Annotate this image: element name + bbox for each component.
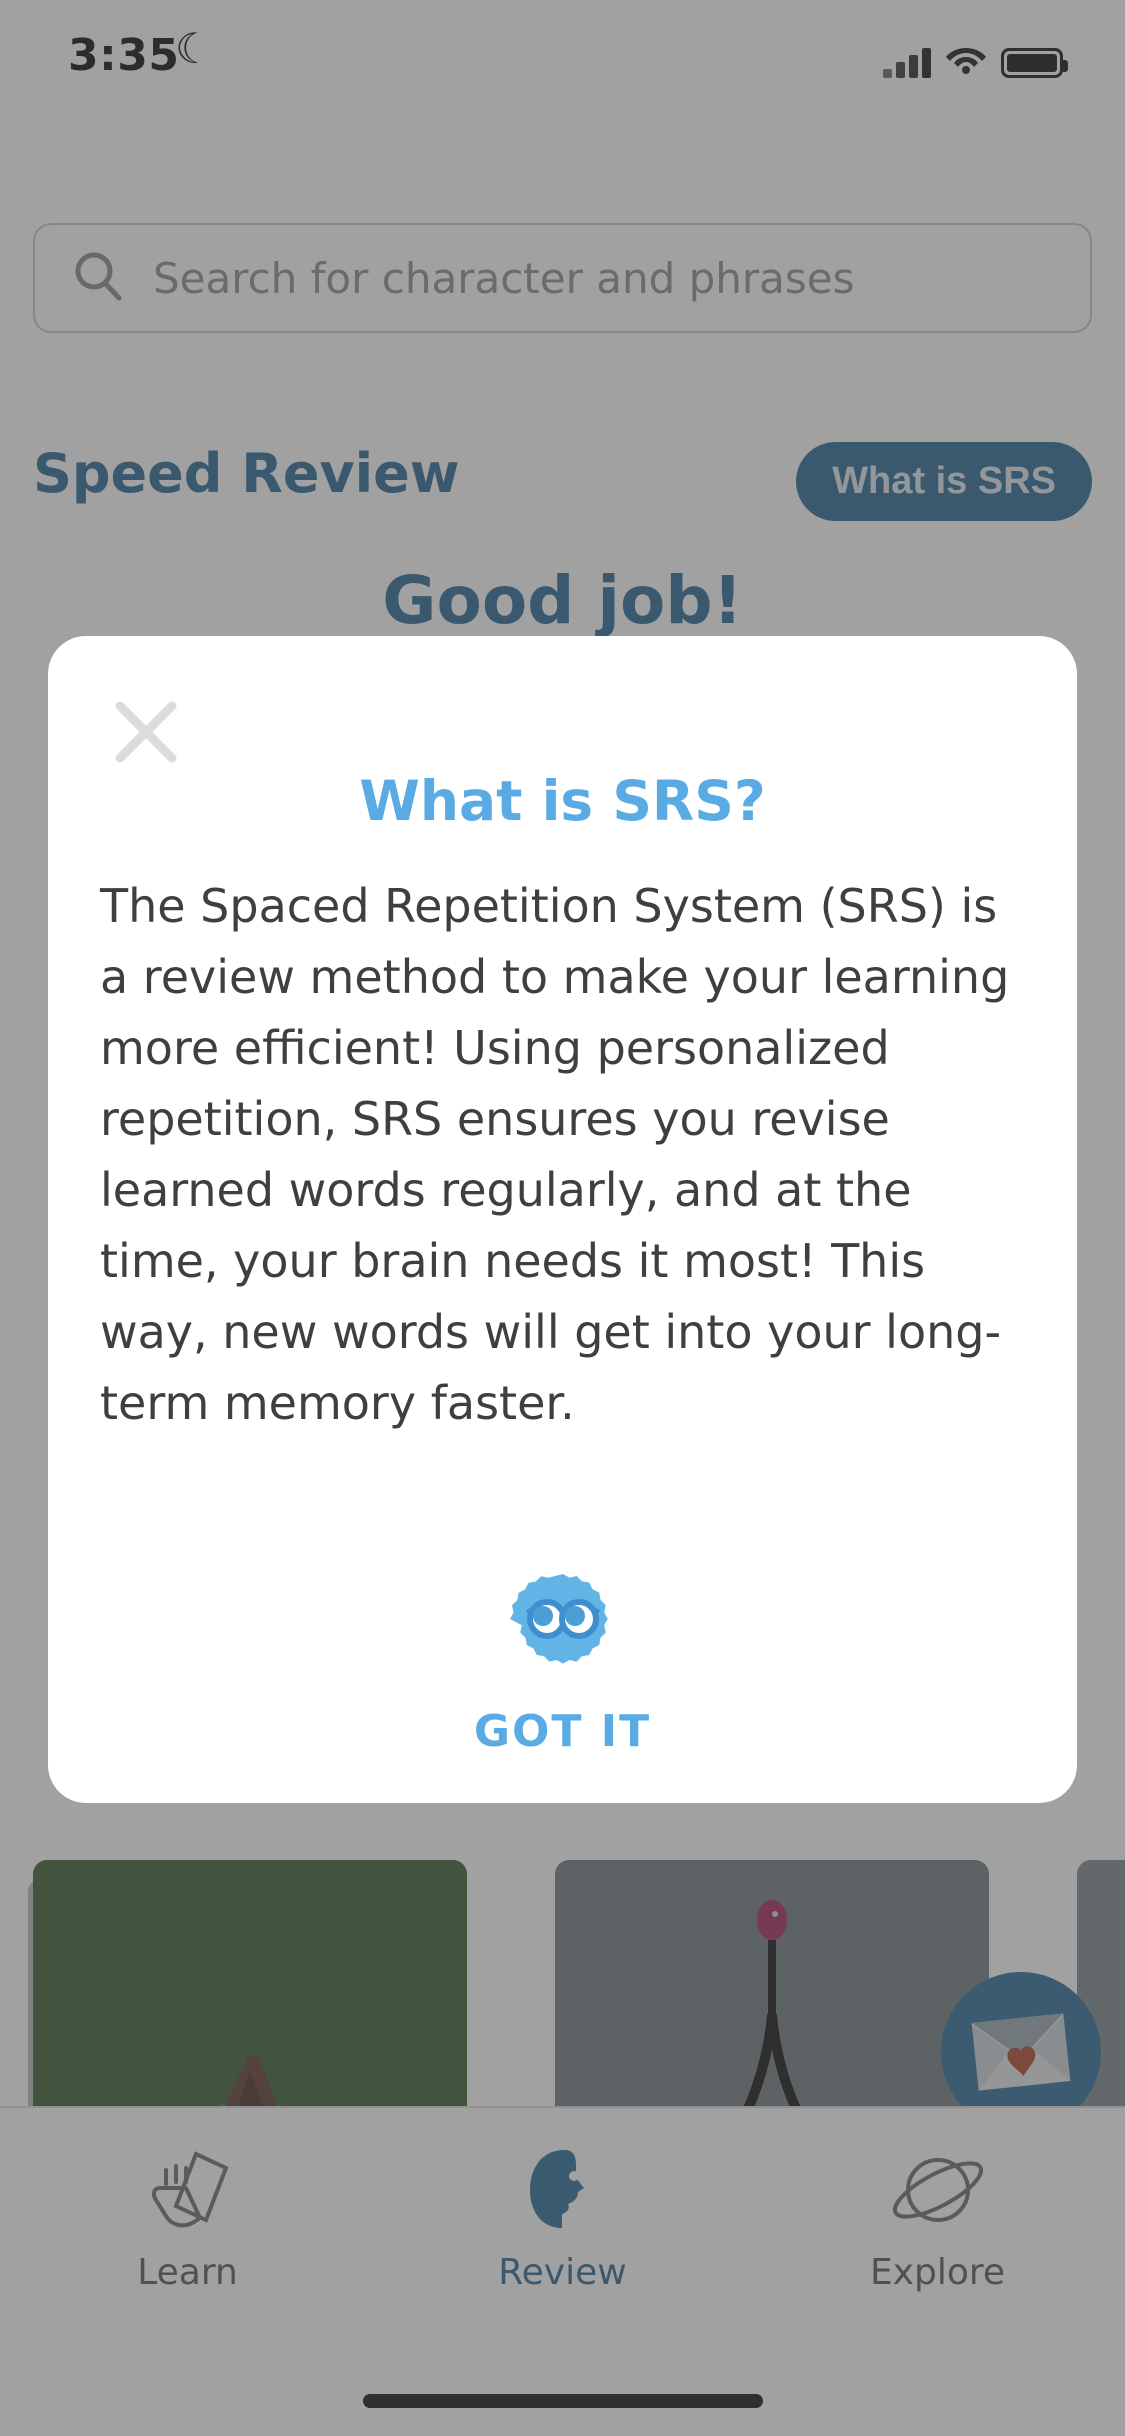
modal-title: What is SRS? [359,769,766,833]
app-screen: 3:35 ☾ [0,0,1125,2436]
close-icon[interactable] [103,689,189,775]
srs-info-modal: What is SRS? The Spaced Repetition Syste… [48,636,1077,1803]
blue-mascot-glasses-icon [509,1574,608,1664]
got-it-button[interactable]: GOT IT [48,1706,1077,1757]
modal-body-text: The Spaced Repetition System (SRS) is a … [100,879,1010,1430]
